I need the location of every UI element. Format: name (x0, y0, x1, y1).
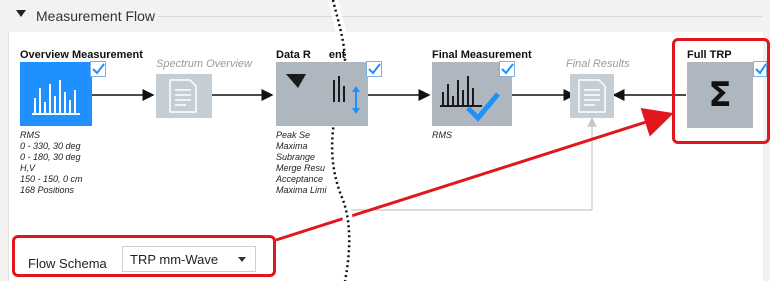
break-band (327, 0, 355, 281)
full-trp-tile[interactable]: Σ (687, 62, 753, 128)
trp-checkbox[interactable] (753, 61, 767, 77)
overview-measurement-tile[interactable] (20, 62, 92, 126)
document-icon (169, 79, 197, 113)
reduction-title-head: Data R (276, 49, 311, 61)
final-checkbox[interactable] (499, 61, 515, 77)
detail-line: RMS (432, 130, 452, 140)
checkmark-icon (501, 63, 514, 75)
funnel-icon (286, 74, 360, 114)
flow-schema-value: TRP mm-Wave (130, 252, 219, 267)
detail-line: RMS (20, 130, 40, 140)
overview-checkbox[interactable] (90, 61, 106, 77)
node-title-results: Final Results (566, 58, 630, 70)
final-results-tile[interactable] (570, 74, 614, 118)
dropdown-arrow-icon[interactable] (238, 257, 246, 262)
data-reduction-tile[interactable] (276, 62, 368, 126)
checkmark-icon (755, 63, 767, 75)
detail-line: 0 - 330, 30 deg (20, 141, 81, 151)
bar-chart-icon (32, 80, 80, 115)
node-title-spectrum: Spectrum Overview (156, 58, 252, 70)
node-title-reduction: Data R ent (276, 49, 345, 61)
checkmark-icon (368, 63, 381, 75)
detail-line: 168 Positions (20, 185, 75, 195)
overview-details: RMS 0 - 330, 30 deg 0 - 180, 30 deg H,V … (20, 130, 83, 196)
spectrum-overview-tile[interactable] (156, 74, 212, 118)
document-icon (578, 79, 606, 113)
detail-line: Maxima Limi (276, 185, 327, 195)
detail-line: Acceptance (276, 174, 324, 184)
reduction-details: Peak Se Maxima Subrange Merge Resu Accep… (276, 130, 327, 196)
reduction-checkbox[interactable] (366, 61, 382, 77)
sigma-icon: Σ (708, 75, 732, 115)
detail-line: 150 - 150, 0 cm (20, 174, 83, 184)
detail-line: Maxima (276, 141, 308, 151)
detail-line: Peak Se (276, 130, 311, 140)
detail-line: Subrange (276, 152, 316, 162)
flow-schema-label: Flow Schema (28, 256, 107, 271)
detail-line: Merge Resu (276, 163, 326, 173)
reduction-title-tail: ent (328, 49, 346, 61)
final-details: RMS (432, 130, 452, 141)
checkmark-icon (92, 63, 105, 75)
detail-line: H,V (20, 163, 36, 173)
detail-line: 0 - 180, 30 deg (20, 152, 81, 162)
connector-feedback (345, 117, 597, 211)
node-title-final: Final Measurement (432, 49, 532, 61)
node-title-trp: Full TRP (687, 49, 732, 61)
node-title-overview: Overview Measurement (20, 49, 143, 61)
sort-arrows-icon (352, 86, 360, 114)
